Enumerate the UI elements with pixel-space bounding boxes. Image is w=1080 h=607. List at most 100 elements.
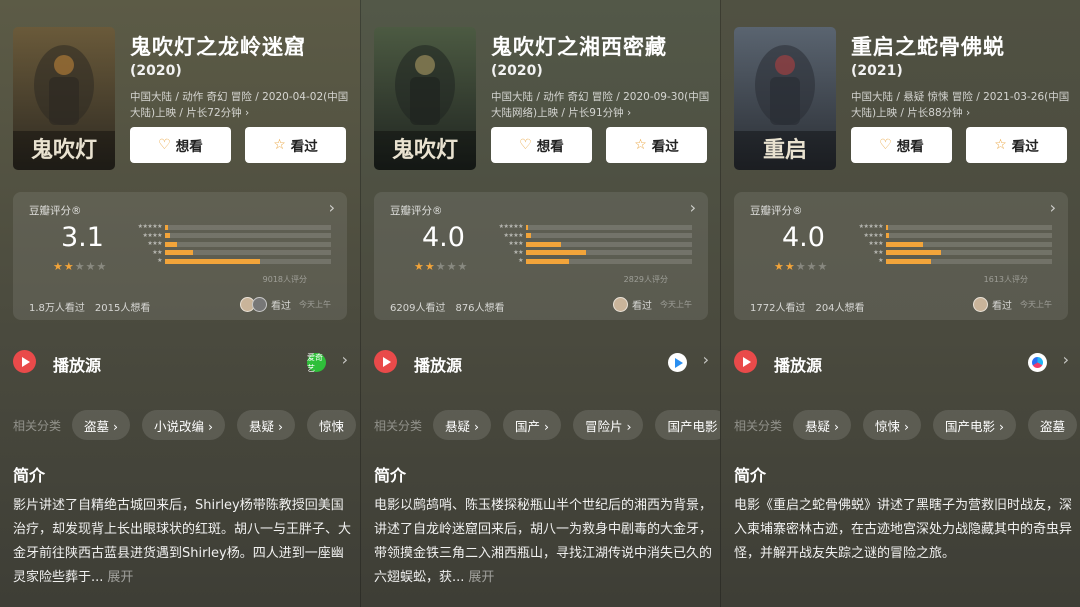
distribution-bar [165, 258, 260, 264]
rating-card[interactable]: 豆瓣评分® › 3.1 ★ ★ ★ ★ ★ ★★★★★ ★★★★ ★★★ ★★ ★ 9018人评… [13, 192, 347, 320]
rating-star-icon: ★ [424, 260, 435, 273]
expand-link[interactable]: 展开 [107, 570, 133, 585]
distribution-track [165, 258, 331, 264]
category-chips: 悬疑 › 惊悚 › 国产电影 › 盗墓 [793, 410, 1077, 440]
rating-card[interactable]: 豆瓣评分® › 4.0 ★ ★ ★ ★ ★ ★★★★★ ★★★★ ★★★ ★★ ★ 2829人评… [374, 192, 708, 320]
tencent-video-icon[interactable] [668, 353, 687, 372]
distribution-stars-icon: ★★★★ [863, 231, 883, 239]
poster-image: 鬼吹灯 [13, 27, 115, 170]
rating-star-icon: ★ [817, 260, 828, 273]
category-chip[interactable]: 悬疑 › [433, 410, 491, 440]
want-count: 2015人想看 [94, 303, 151, 314]
rating-star-icon: ★ [414, 260, 424, 273]
distribution-stars-icon: ★★★★ [503, 231, 523, 239]
play-source-row[interactable]: 播放源 › [374, 347, 711, 377]
want-to-watch-button[interactable]: ♡ 想看 [851, 127, 952, 163]
intro-heading: 简介 [734, 466, 767, 485]
want-label: 想看 [536, 139, 564, 155]
category-chip[interactable]: 盗墓 › [72, 410, 130, 440]
distribution-bar [165, 233, 170, 239]
distribution-row: ★★★ [484, 240, 692, 249]
rating-star-icon: ★ [85, 260, 96, 273]
category-chip[interactable]: 冒险片 › [572, 410, 644, 440]
distribution-stars-icon: ★ [878, 257, 883, 265]
star-icon: ☆ [634, 137, 647, 153]
category-chip[interactable]: 小说改编 › [142, 410, 225, 440]
friend-time: 今天上午 [299, 300, 331, 309]
action-buttons: ♡ 想看 ☆ 看过 [851, 127, 1067, 163]
movie-header: 鬼吹灯 鬼吹灯之湘西密藏 (2020) 中国大陆 / 动作 奇幻 冒险 / 20… [374, 27, 714, 172]
distribution-bar [526, 241, 561, 247]
expand-link[interactable]: 展开 [468, 570, 494, 585]
movie-title: 鬼吹灯之湘西密藏 [491, 35, 667, 59]
rating-label: 豆瓣评分® [29, 205, 82, 217]
rating-stars: ★ ★ ★ ★ ★ [414, 260, 467, 273]
youku-icon[interactable] [1028, 353, 1047, 372]
intro-body: 电影以鹧鸪哨、陈玉楼探秘瓶山半个世纪后的湘西为背景，讲述了自龙岭迷窟回来后，胡八… [374, 498, 713, 585]
watched-button[interactable]: ☆ 看过 [966, 127, 1067, 163]
distribution-stars-icon: ★★ [152, 248, 162, 256]
friend-activity[interactable]: 看过 今天上午 [240, 297, 331, 312]
distribution-track [886, 250, 1052, 256]
iqiyi-icon[interactable]: 爱奇艺 [307, 353, 326, 373]
category-chip[interactable]: 国产电影 › [932, 410, 1016, 440]
movie-meta[interactable]: 中国大陆 / 动作 奇幻 冒险 / 2020-09-30(中国大陆网络)上映 /… [491, 89, 713, 121]
friend-activity[interactable]: 看过 今天上午 [613, 297, 692, 312]
movie-poster[interactable]: 鬼吹灯 [374, 27, 476, 170]
chevron-right-icon[interactable]: › [342, 350, 348, 369]
movie-poster[interactable]: 鬼吹灯 [13, 27, 115, 170]
category-chip[interactable]: 悬疑 › [236, 410, 295, 440]
watch-stats: 1772人看过 204人想看 [750, 299, 865, 314]
category-chip[interactable]: 国产 › [503, 410, 561, 440]
related-categories: 相关分类 盗墓 › 小说改编 › 悬疑 › 惊悚 [13, 410, 356, 440]
chevron-right-icon[interactable]: › [1063, 350, 1069, 369]
distribution-stars-icon: ★★ [513, 248, 523, 256]
rating-star-icon: ★ [806, 260, 817, 273]
distribution-stars-icon: ★★★ [147, 240, 162, 248]
poster-title-art: 重启 [763, 137, 807, 163]
rating-score: 4.0 [422, 222, 465, 253]
play-source-row[interactable]: 播放源 › [734, 347, 1071, 377]
distribution-stars-icon: ★★★★★ [498, 223, 524, 231]
distribution-row: ★ [123, 257, 331, 266]
rating-distribution: ★★★★★ ★★★★ ★★★ ★★ ★ [123, 223, 331, 266]
rating-star-icon: ★ [795, 260, 806, 273]
app-screens: 鬼吹灯 鬼吹灯之龙岭迷窟 (2020) 中国大陆 / 动作 奇幻 冒险 / 20… [0, 0, 1080, 607]
chevron-right-icon[interactable]: › [703, 350, 709, 369]
movie-meta[interactable]: 中国大陆 / 动作 奇幻 冒险 / 2020-04-02(中国大陆)上映 / 片… [130, 89, 352, 121]
distribution-row: ★★ [123, 249, 331, 258]
chevron-right-icon[interactable]: › [1050, 198, 1056, 217]
movie-header: 鬼吹灯 鬼吹灯之龙岭迷窟 (2020) 中国大陆 / 动作 奇幻 冒险 / 20… [13, 27, 353, 172]
rating-star-icon: ★ [435, 260, 446, 273]
rating-distribution: ★★★★★ ★★★★ ★★★ ★★ ★ [484, 223, 692, 266]
intro-text: 影片讲述了自精绝古城回来后，Shirley杨带陈教授回美国治疗，却发现背上长出眼… [13, 494, 353, 590]
category-chip[interactable]: 国产电影 [655, 410, 720, 440]
play-source-label: 播放源 [774, 356, 823, 375]
play-source-row[interactable]: 播放源 爱奇艺 › [13, 347, 350, 377]
want-to-watch-button[interactable]: ♡ 想看 [130, 127, 231, 163]
distribution-row: ★ [844, 257, 1052, 266]
friend-activity[interactable]: 看过 今天上午 [973, 297, 1052, 312]
watched-button[interactable]: ☆ 看过 [245, 127, 346, 163]
movie-year: (2020) [491, 63, 543, 79]
want-to-watch-button[interactable]: ♡ 想看 [491, 127, 592, 163]
distribution-bar [886, 233, 890, 239]
watched-button[interactable]: ☆ 看过 [606, 127, 707, 163]
movie-meta[interactable]: 中国大陆 / 悬疑 惊悚 冒险 / 2021-03-26(中国大陆)上映 / 片… [851, 89, 1073, 121]
intro-body: 影片讲述了自精绝古城回来后，Shirley杨带陈教授回美国治疗，却发现背上长出眼… [13, 498, 352, 585]
category-chip[interactable]: 悬疑 › [793, 410, 851, 440]
movie-screen-3: 重启 重启之蛇骨佛蜕 (2021) 中国大陆 / 悬疑 惊悚 冒险 / 2021… [720, 0, 1080, 607]
chevron-right-icon[interactable]: › [690, 198, 696, 217]
distribution-track [526, 224, 692, 230]
chevron-right-icon[interactable]: › [329, 198, 335, 217]
movie-poster[interactable]: 重启 [734, 27, 836, 170]
distribution-bar [526, 250, 586, 256]
rating-count: 1613人评分 [983, 275, 1028, 284]
rating-star-icon: ★ [63, 260, 74, 273]
category-chip[interactable]: 盗墓 [1027, 410, 1077, 440]
movie-screen-2: 鬼吹灯 鬼吹灯之湘西密藏 (2020) 中国大陆 / 动作 奇幻 冒险 / 20… [360, 0, 720, 607]
category-chip[interactable]: 惊悚 [306, 410, 356, 440]
category-chip[interactable]: 惊悚 › [863, 410, 921, 440]
categories-label: 相关分类 [734, 418, 783, 433]
rating-card[interactable]: 豆瓣评分® › 4.0 ★ ★ ★ ★ ★ ★★★★★ ★★★★ ★★★ ★★ ★ 1613人评… [734, 192, 1068, 320]
